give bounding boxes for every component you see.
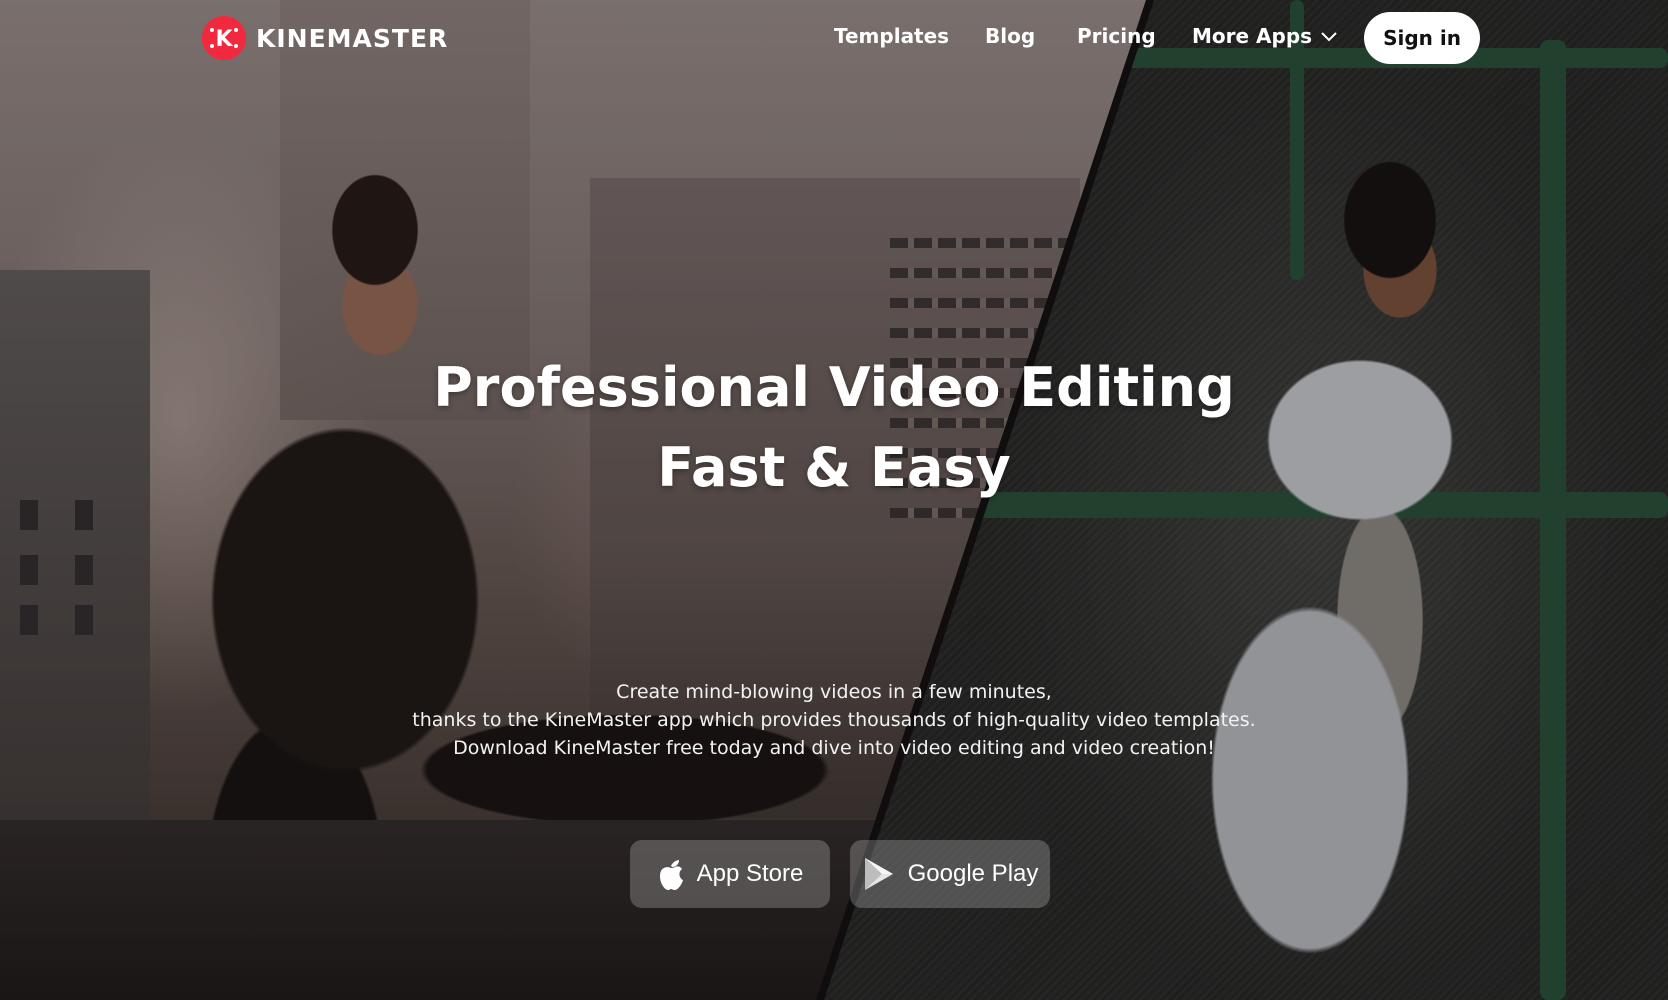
google-play-label: Google Play [907, 860, 1039, 887]
description-line-1: Create mind-blowing videos in a few minu… [616, 681, 1052, 703]
page: K KINEMASTER Templates Blog Pricing More… [0, 0, 1668, 1000]
hero-headline: Professional Video Editing Fast & Easy [0, 348, 1668, 508]
hero-description: Create mind-blowing videos in a few minu… [0, 678, 1668, 762]
nav-link-templates[interactable]: Templates [834, 24, 949, 48]
google-play-button[interactable]: Google Play [850, 840, 1050, 908]
description-line-3: Download KineMaster free today and dive … [453, 737, 1215, 759]
nav-link-blog[interactable]: Blog [985, 24, 1035, 48]
apple-icon [657, 857, 685, 891]
headline-line-1: Professional Video Editing [433, 356, 1235, 419]
app-store-button[interactable]: App Store [630, 840, 830, 908]
headline-line-2: Fast & Easy [657, 436, 1011, 499]
description-line-2: thanks to the KineMaster app which provi… [412, 709, 1256, 731]
sign-in-button[interactable]: Sign in [1364, 12, 1480, 64]
nav-more-apps-dropdown[interactable]: More Apps [1192, 24, 1338, 48]
svg-text:K: K [215, 27, 233, 52]
brand-logo-link[interactable]: K KINEMASTER [202, 16, 448, 60]
nav-link-pricing[interactable]: Pricing [1077, 24, 1156, 48]
brand-name: KINEMASTER [256, 23, 449, 53]
more-apps-label: More Apps [1192, 24, 1313, 48]
google-play-icon [862, 856, 896, 892]
app-store-label: App Store [696, 860, 804, 887]
top-nav: K KINEMASTER Templates Blog Pricing More… [0, 0, 1668, 76]
chevron-down-icon [1320, 24, 1338, 48]
kinemaster-logo-icon: K [202, 16, 246, 60]
